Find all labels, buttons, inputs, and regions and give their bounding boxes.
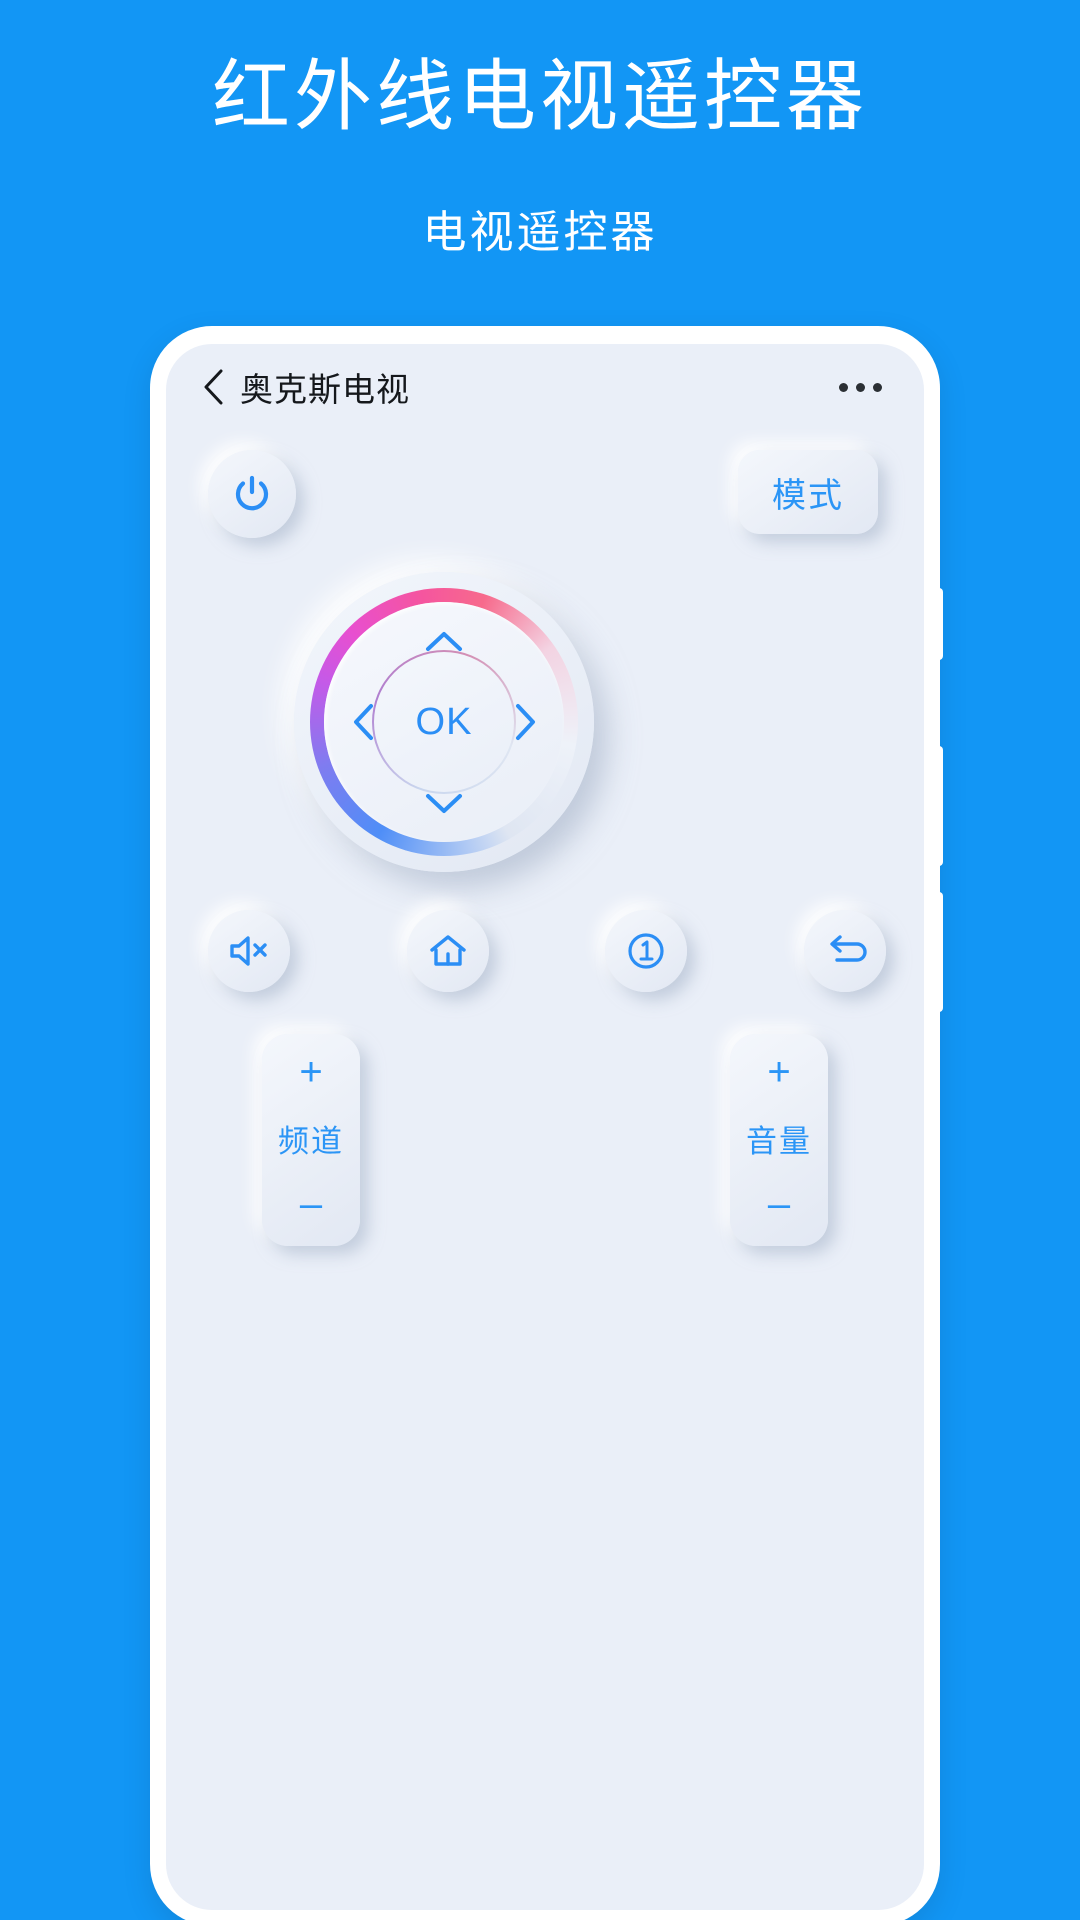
promo-title: 红外线电视遥控器 [211, 52, 868, 140]
ok-button[interactable]: OK [372, 650, 516, 794]
volume-up-button[interactable]: + [767, 1052, 790, 1092]
phone-side-button-volume-up [936, 746, 943, 866]
volume-mute-icon [230, 936, 267, 966]
phone-mockup: 奥克斯电视 模式 OK + 频道 – + 音量 – [150, 326, 943, 1920]
more-horizontal-icon-dot [873, 382, 882, 392]
power-icon [235, 475, 269, 511]
source-button[interactable] [605, 910, 688, 992]
circle-one-icon [628, 933, 664, 969]
phone-side-button-volume-down [936, 892, 943, 1012]
volume-rocker[interactable]: + 音量 – [730, 1034, 828, 1246]
chevron-left-icon [204, 369, 223, 405]
return-arrow-icon [830, 935, 867, 962]
ok-button-label: OK [415, 700, 473, 743]
promo-subtitle: 电视遥控器 [422, 208, 658, 257]
promo-page: 红外线电视遥控器 电视遥控器 奥克斯电视 模式 OK + 频道 – + 音量 – [0, 0, 1080, 1920]
channel-label: 频道 [278, 1123, 344, 1159]
app-header: 奥克斯电视 [166, 344, 924, 430]
phone-side-button-power [936, 588, 943, 660]
back-function-button[interactable] [803, 910, 886, 992]
more-horizontal-icon-dot [856, 382, 865, 392]
function-button-row [208, 910, 886, 992]
more-horizontal-icon-dot [839, 382, 848, 392]
home-icon [429, 935, 466, 966]
rocker-row: + 频道 – + 音量 – [262, 1034, 828, 1246]
power-button[interactable] [208, 450, 296, 538]
more-options-button[interactable] [837, 373, 884, 402]
dpad: OK [294, 572, 594, 872]
volume-down-button[interactable]: – [768, 1184, 790, 1224]
phone-screen: 奥克斯电视 模式 OK + 频道 – + 音量 – [166, 344, 924, 1910]
channel-up-button[interactable]: + [299, 1052, 322, 1092]
back-button[interactable] [200, 367, 226, 407]
channel-down-button[interactable]: – [300, 1184, 322, 1224]
page-title: 奥克斯电视 [240, 371, 410, 408]
mode-button[interactable]: 模式 [738, 450, 878, 534]
home-button[interactable] [406, 910, 489, 992]
volume-label: 音量 [746, 1123, 812, 1159]
channel-rocker[interactable]: + 频道 – [262, 1034, 360, 1246]
mute-button[interactable] [208, 910, 290, 992]
mode-button-label: 模式 [772, 476, 844, 515]
